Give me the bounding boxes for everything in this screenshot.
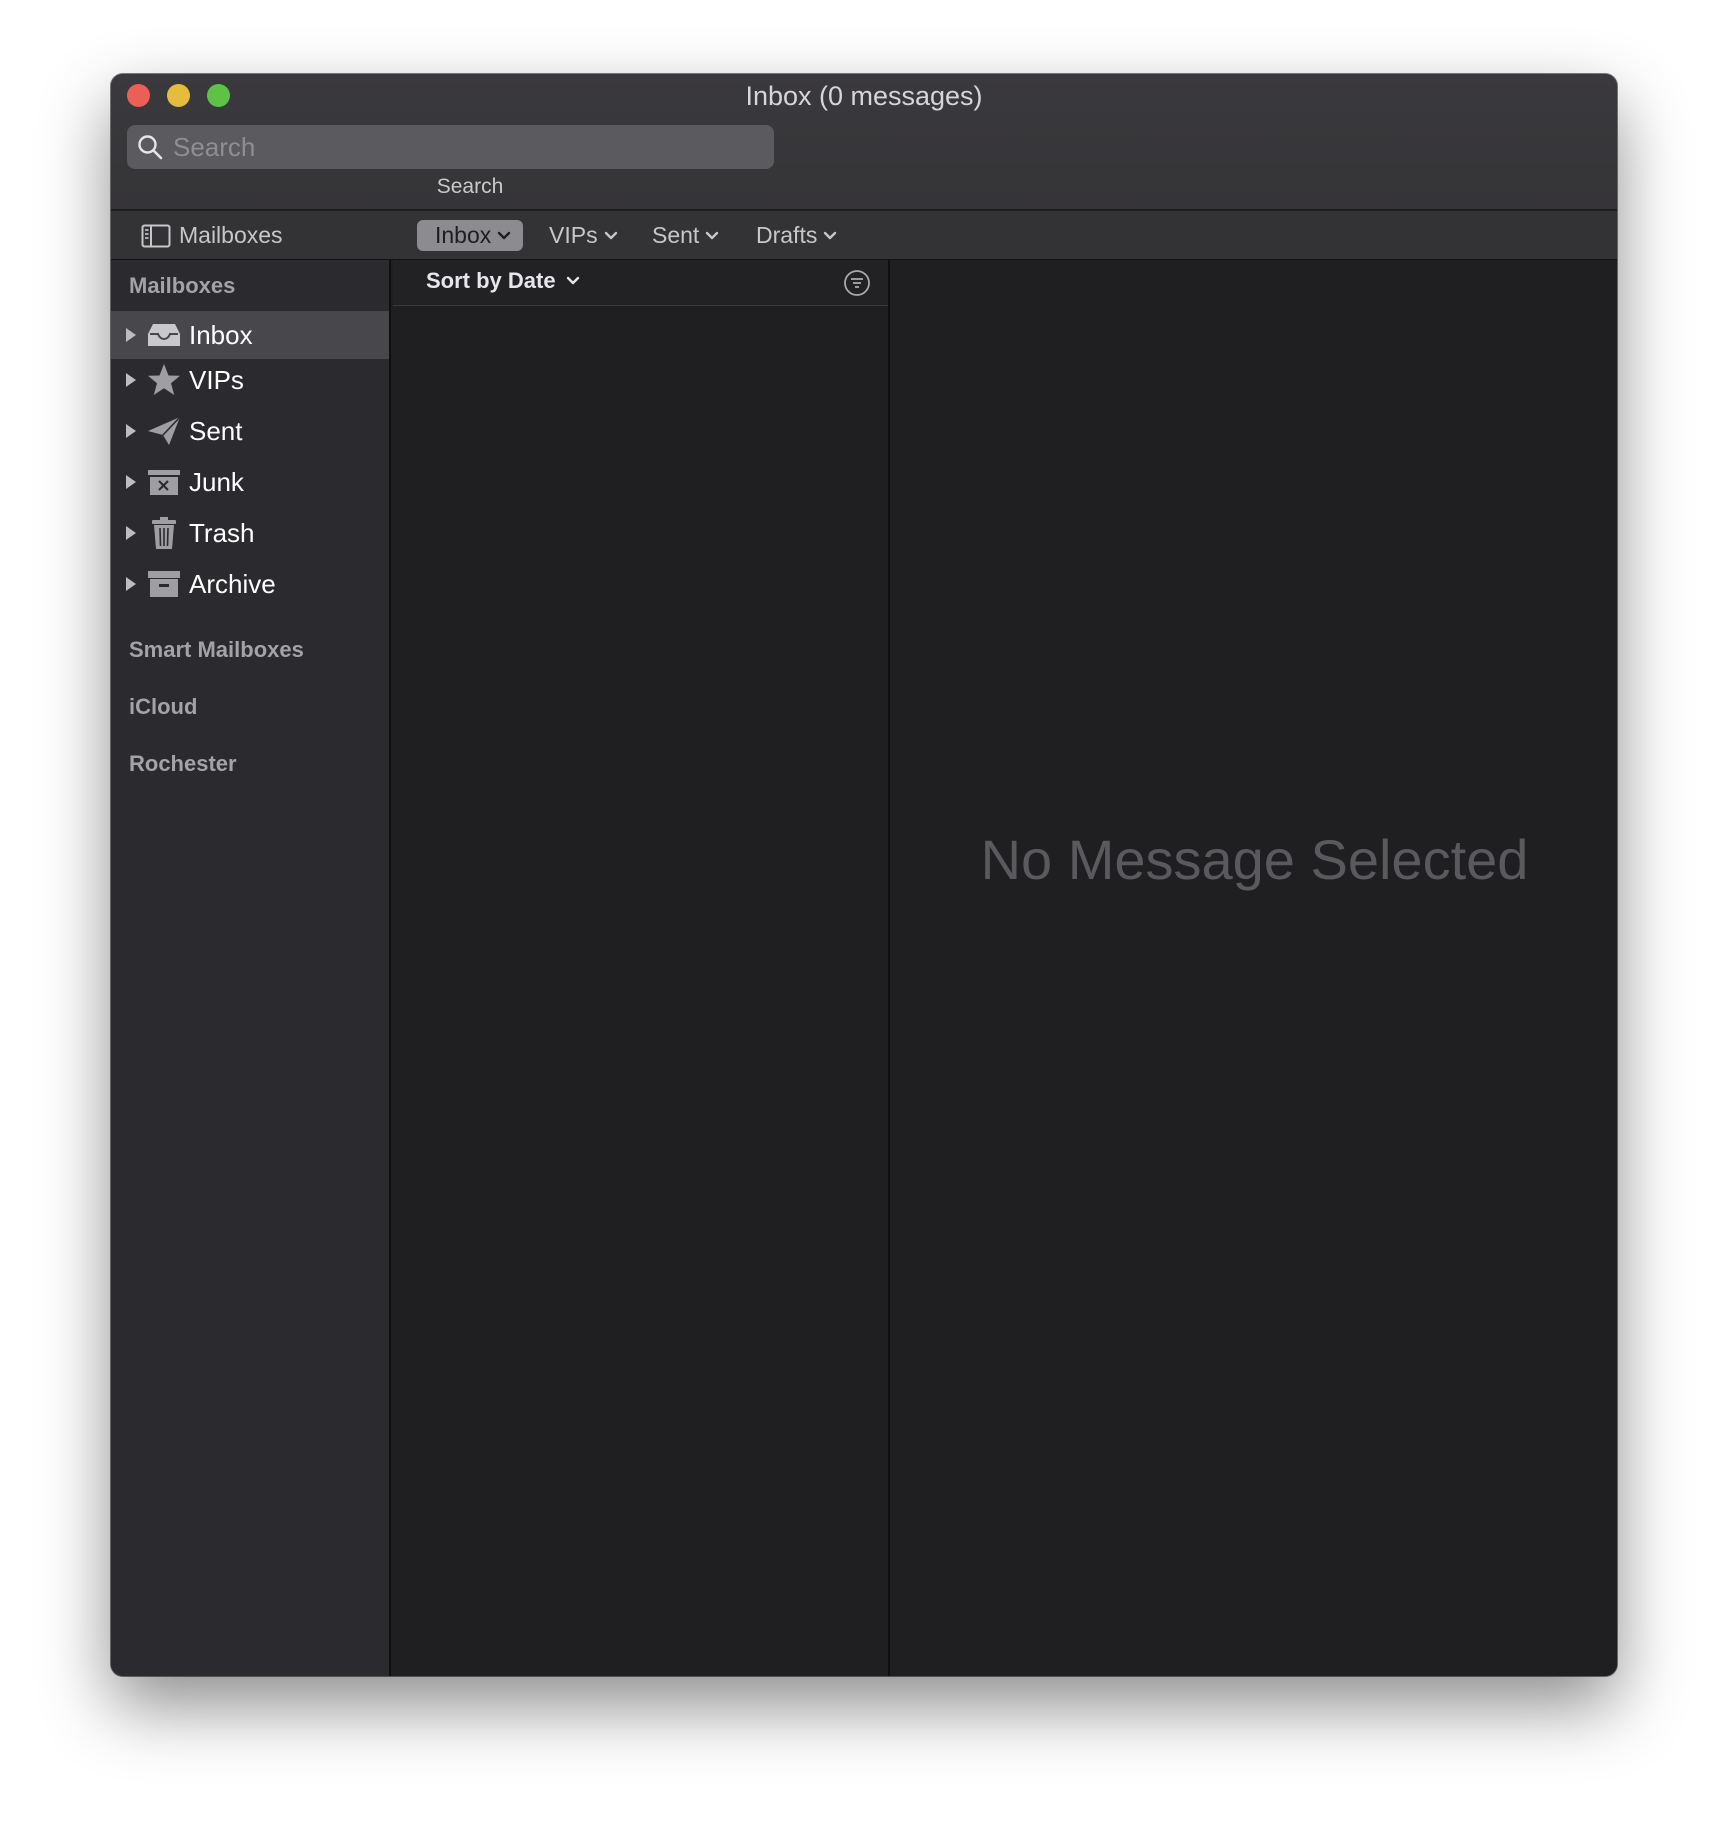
favorite-drafts-label: Drafts [756,222,818,248]
favorite-inbox[interactable]: Inbox [417,220,524,251]
filter-icon [844,270,870,296]
inbox-icon [145,318,183,352]
search-icon [138,135,163,160]
filter-button[interactable] [843,269,871,302]
message-list-header: Sort by Date [393,260,888,306]
chevron-down-icon [706,231,719,239]
trash-icon [145,516,183,550]
chevron-down-icon [566,276,579,285]
search-input[interactable] [173,131,733,163]
junk-icon [145,465,183,499]
sidebar-item-label: Archive [189,568,276,599]
favorite-drafts[interactable]: Drafts [750,220,843,251]
sidebar-item-junk[interactable]: Junk [111,458,389,506]
sidebar-item-sent[interactable]: Sent [111,407,389,455]
section-icloud[interactable]: iCloud [129,694,197,720]
sidebar-item-trash[interactable]: Trash [111,509,389,557]
sidebar-item-inbox[interactable]: Inbox [111,311,389,359]
sidebar-item-label: Sent [189,415,243,446]
title-bar: Inbox (0 messages) Search [111,74,1617,210]
chevron-down-icon [604,231,617,239]
no-message-selected-text: No Message Selected [980,828,1529,891]
section-smart-mailboxes[interactable]: Smart Mailboxes [129,637,304,663]
search-caption: Search [436,175,504,198]
disclosure-triangle-icon[interactable] [125,474,139,490]
mailboxes-label: Mailboxes [179,222,283,248]
mailboxes-toggle-button[interactable]: Mailboxes [135,220,289,251]
favorite-sent[interactable]: Sent [646,220,725,251]
mailbox-sidebar: Mailboxes Inbox VIPs Sent Junk Trash Arc… [111,260,391,1676]
section-mailboxes[interactable]: Mailboxes [129,273,235,299]
favorite-vips[interactable]: VIPs [543,220,624,251]
disclosure-triangle-icon[interactable] [125,372,139,388]
sort-button[interactable]: Sort by Date [426,268,580,294]
disclosure-triangle-icon[interactable] [125,525,139,541]
sidebar-item-label: Trash [189,517,255,548]
section-rochester[interactable]: Rochester [129,751,237,777]
chevron-down-icon [498,231,511,239]
favorite-vips-label: VIPs [549,222,598,248]
sidebar-item-vips[interactable]: VIPs [111,356,389,404]
sidebar-item-archive[interactable]: Archive [111,560,389,608]
favorites-bar: Mailboxes Inbox VIPs Sent Drafts [111,211,1617,260]
favorite-sent-label: Sent [652,222,700,248]
message-preview-pane: No Message Selected [892,260,1617,1676]
disclosure-triangle-icon[interactable] [125,576,139,592]
sidebar-item-label: VIPs [189,364,244,395]
sidebar-item-label: Junk [189,466,244,497]
star-icon [145,363,183,397]
message-list[interactable]: Sort by Date [393,260,890,1676]
sort-label: Sort by Date [426,268,556,293]
search-field[interactable] [127,125,774,169]
window-title: Inbox (0 messages) [745,81,983,111]
archive-icon [145,567,183,601]
favorite-inbox-label: Inbox [435,222,492,248]
disclosure-triangle-icon[interactable] [125,327,139,343]
disclosure-triangle-icon[interactable] [125,423,139,439]
sidebar-icon [141,224,171,247]
sidebar-item-label: Inbox [189,319,253,350]
chevron-down-icon [824,231,837,239]
mail-window: Inbox (0 messages) Search Mailboxes Inbo… [111,74,1617,1676]
paper-plane-icon [145,414,183,448]
